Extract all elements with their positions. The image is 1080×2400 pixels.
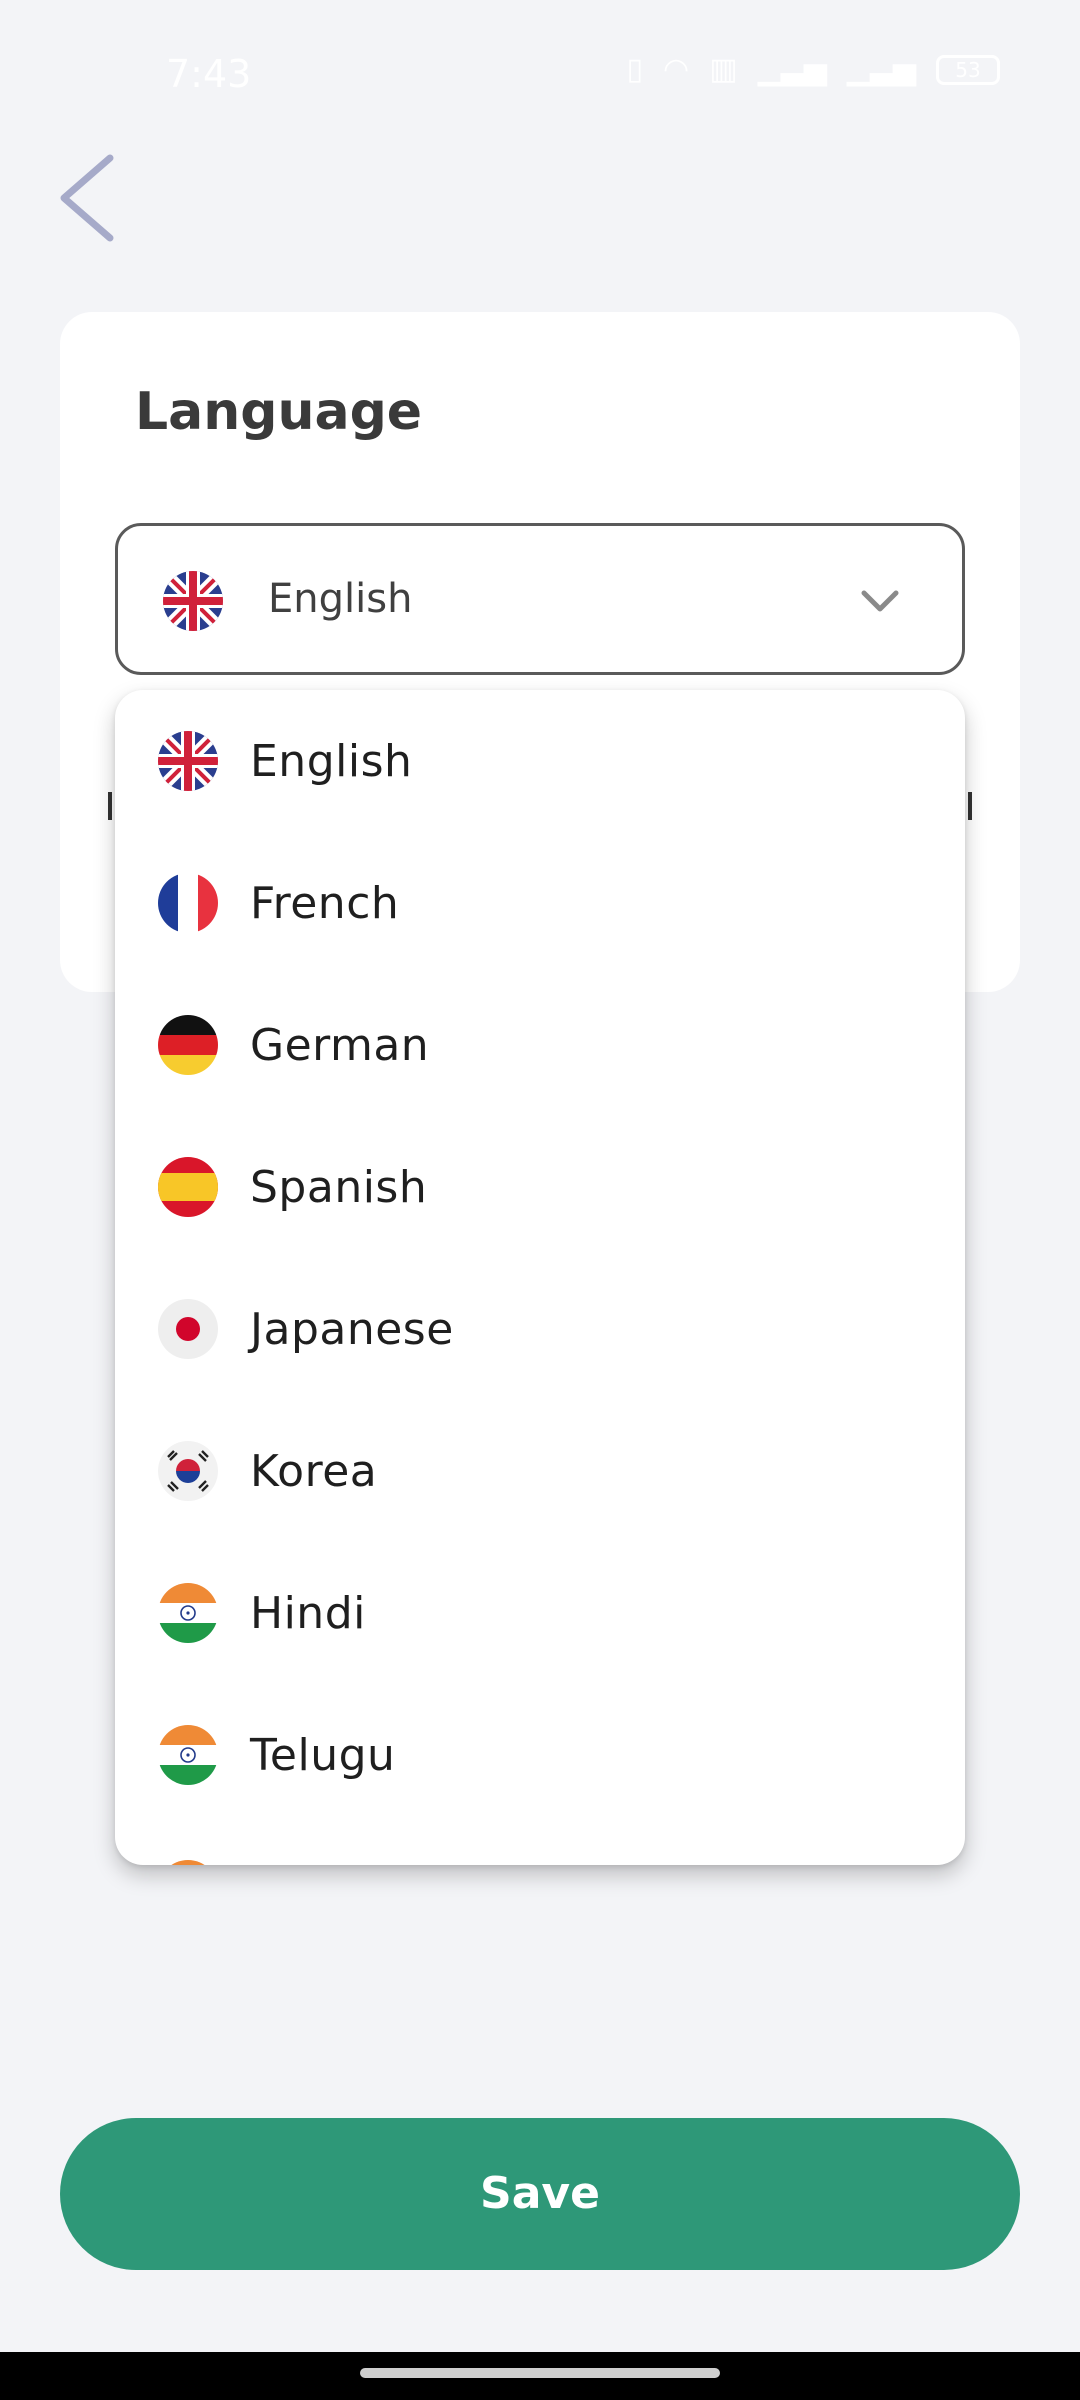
language-option-hindi[interactable]: Hindi xyxy=(115,1542,965,1684)
india-flag-icon xyxy=(158,1860,218,1865)
status-bar: 7:43 ▯ ◠ ▥ ▁▃▅ ▁▃▅ 53 xyxy=(0,0,1080,140)
signal-icon: ▁▃▅ xyxy=(757,52,827,87)
uk-flag-icon xyxy=(163,571,223,631)
selected-language: English xyxy=(268,576,413,622)
language-option-spanish[interactable]: Spanish xyxy=(115,1116,965,1258)
navigation-bar xyxy=(0,2352,1080,2400)
chevron-down-icon xyxy=(861,590,899,612)
language-select[interactable]: English xyxy=(115,523,965,675)
language-option-german[interactable]: German xyxy=(115,974,965,1116)
battery-icon: 53 xyxy=(936,54,1000,85)
language-option-english[interactable]: English xyxy=(115,690,965,832)
data-icon: ▥ xyxy=(709,52,738,87)
germany-flag-icon xyxy=(158,1015,218,1075)
option-label: Japanese xyxy=(250,1304,454,1355)
spain-flag-icon xyxy=(158,1157,218,1217)
india-flag-icon xyxy=(158,1583,218,1643)
korea-flag-icon xyxy=(158,1441,218,1501)
status-icons: ▯ ◠ ▥ ▁▃▅ ▁▃▅ 53 xyxy=(626,52,1000,87)
save-label: Save xyxy=(480,2168,600,2219)
home-indicator[interactable] xyxy=(360,2368,720,2378)
back-button[interactable] xyxy=(52,150,122,245)
language-option-telugu[interactable]: Telugu xyxy=(115,1684,965,1826)
field-edge xyxy=(108,792,112,820)
status-time: 7:43 xyxy=(166,52,252,96)
uk-flag-icon xyxy=(158,731,218,791)
vibrate-icon: ▯ xyxy=(626,52,644,87)
option-label: English xyxy=(250,736,413,787)
option-label: Spanish xyxy=(250,1162,428,1213)
signal-icon: ▁▃▅ xyxy=(846,52,916,87)
field-edge xyxy=(968,792,972,820)
japan-flag-icon xyxy=(158,1299,218,1359)
chevron-left-icon xyxy=(60,154,114,242)
save-button[interactable]: Save xyxy=(60,2118,1020,2270)
language-option-french[interactable]: French xyxy=(115,832,965,974)
wifi-icon: ◠ xyxy=(663,52,690,87)
france-flag-icon xyxy=(158,873,218,933)
option-label: Hindi xyxy=(250,1588,366,1639)
option-label: Telugu xyxy=(250,1730,396,1781)
language-option-korea[interactable]: Korea xyxy=(115,1400,965,1542)
language-option-japanese[interactable]: Japanese xyxy=(115,1258,965,1400)
page-title: Language xyxy=(135,382,423,442)
option-label: Korea xyxy=(250,1446,378,1497)
language-dropdown: English French German Spanish Japanese K… xyxy=(115,690,965,1865)
india-flag-icon xyxy=(158,1725,218,1785)
option-label: German xyxy=(250,1020,430,1071)
option-label: French xyxy=(250,878,400,929)
